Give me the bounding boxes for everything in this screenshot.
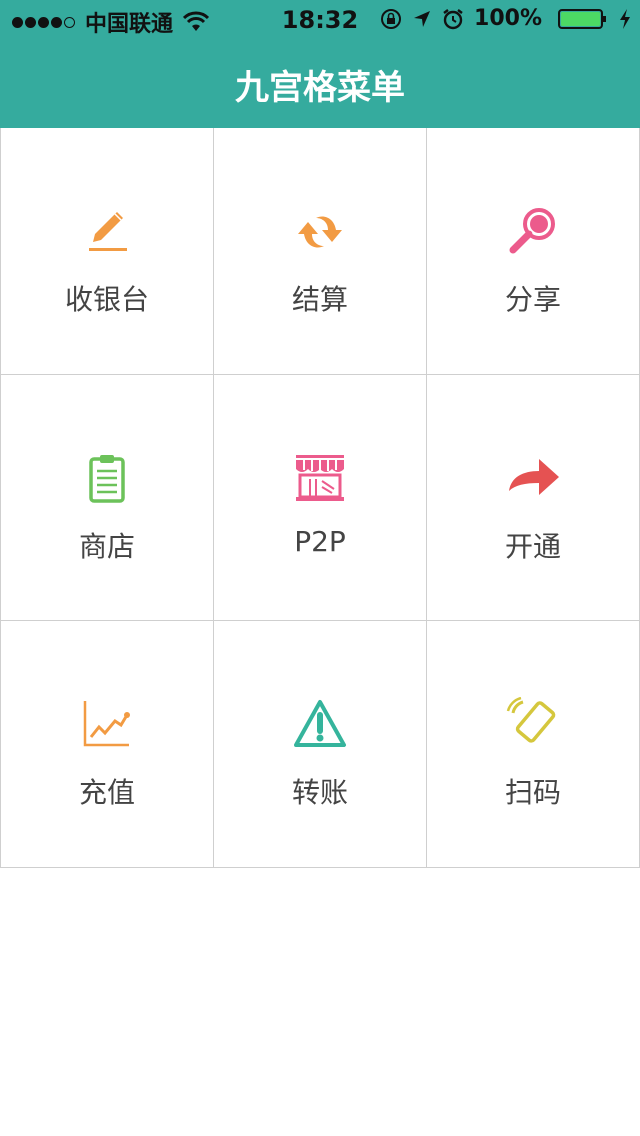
menu-label: 商店: [78, 530, 135, 563]
menu-label: 分享: [504, 283, 561, 316]
line-chart-icon: [83, 701, 130, 747]
menu-label: 转账: [291, 776, 348, 809]
menu-label: 充值: [78, 776, 135, 809]
phone-vibrate-icon: [506, 697, 556, 743]
alarm-icon: [443, 8, 463, 29]
location-icon: [414, 10, 431, 27]
share-arrow-icon: [509, 459, 559, 495]
menu-item-scan[interactable]: 扫码: [427, 621, 640, 868]
menu-item-cashier[interactable]: 收银台: [0, 128, 214, 375]
status-right: 100%: [370, 6, 632, 31]
orientation-lock-icon: [381, 8, 402, 29]
pencil-icon: [89, 212, 127, 251]
clipboard-icon: [89, 455, 125, 503]
menu-label: P2P: [294, 525, 346, 558]
menu-item-store[interactable]: 商店: [0, 375, 214, 621]
menu-label: 扫码: [504, 776, 561, 809]
menu-label: 开通: [504, 530, 561, 563]
menu-label: 结算: [291, 283, 348, 316]
menu-item-p2p[interactable]: P2P: [214, 375, 427, 621]
menu-item-transfer[interactable]: 转账: [214, 621, 427, 868]
app-header: 中国联通 18:32 100% 九宫格菜单: [0, 0, 640, 128]
menu-item-share[interactable]: 分享: [427, 128, 640, 375]
menu-item-open[interactable]: 开通: [427, 375, 640, 621]
search-icon: [509, 208, 555, 254]
menu-item-settle[interactable]: 结算: [214, 128, 427, 375]
battery-percent: 100%: [474, 6, 542, 31]
page-title: 九宫格菜单: [235, 68, 405, 108]
charging-icon: [620, 8, 630, 29]
warning-icon: [294, 700, 346, 747]
menu-label: 收银台: [64, 283, 149, 316]
status-bar: 中国联通 18:32 100%: [0, 0, 640, 40]
storefront-icon: [296, 455, 344, 501]
menu-grid: 收银台 结算 分享 商店 P2P 开通 充值 转账 扫码: [0, 128, 640, 868]
battery-icon: [558, 8, 606, 29]
refresh-arrows-icon: [298, 216, 342, 248]
menu-item-recharge[interactable]: 充值: [0, 621, 214, 868]
